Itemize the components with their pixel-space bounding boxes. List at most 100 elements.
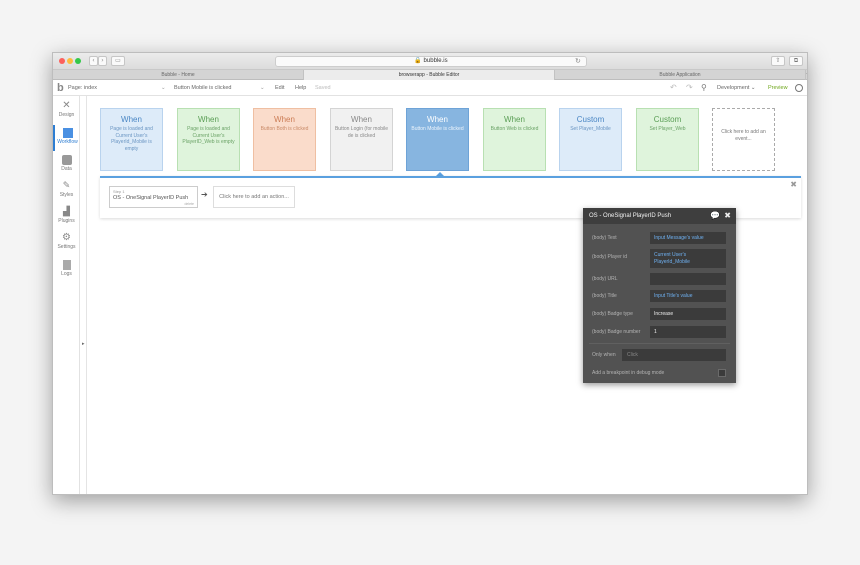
user-account-icon[interactable] [795, 84, 803, 92]
version-selector[interactable]: Development ⌄ [717, 80, 756, 96]
sidebar-toggle-icon[interactable]: ▭ [111, 56, 125, 66]
sidebar-item-design[interactable]: ✕ Design [53, 98, 80, 124]
page-selector[interactable]: Page: index [68, 80, 97, 96]
sidebar-item-data[interactable]: Data [53, 152, 80, 178]
plugins-icon: ▟ [63, 207, 70, 217]
event-keyword: Custom [576, 115, 605, 124]
property-dropdown[interactable]: Increase [650, 308, 726, 320]
redo-icon[interactable]: ↷ [686, 80, 693, 96]
divider [589, 343, 730, 344]
url-bar[interactable]: 🔒 bubble.is [275, 56, 587, 67]
forward-icon[interactable]: › [98, 56, 107, 66]
property-label: (body) Badge number [592, 329, 641, 335]
bubble-logo-icon[interactable]: b [57, 82, 64, 94]
sidebar-item-logs[interactable]: Logs [53, 257, 80, 283]
event-card[interactable]: When Button Web is clicked [483, 108, 546, 171]
sidebar-item-workflow[interactable]: Workflow [53, 125, 80, 151]
maximize-window-button[interactable] [75, 58, 81, 64]
properties-header: OS - OneSignal PlayerID Push 💬 ✖ [583, 208, 736, 224]
search-icon[interactable]: ⚲ [701, 80, 707, 96]
page-selector-caret-icon[interactable]: ⌄ [161, 80, 166, 96]
help-menu[interactable]: Help [295, 80, 306, 96]
breakpoint-label: Add a breakpoint in debug mode [592, 370, 665, 376]
sidebar-item-styles[interactable]: ✎ Styles [53, 178, 80, 204]
settings-icon: ⚙ [62, 232, 71, 243]
event-card[interactable]: When Button Login (for mobile de is clic… [330, 108, 393, 171]
minimize-window-button[interactable] [67, 58, 73, 64]
event-card[interactable]: Custom Set Player_Mobile [559, 108, 622, 171]
event-description: Page is loaded and Current User's Player… [182, 126, 235, 145]
event-card[interactable]: When Page is loaded and Current User's P… [100, 108, 163, 171]
only-when-label: Only when [592, 352, 616, 358]
browser-titlebar: ‹ › ▭ 🔒 bubble.is ↻ ⇧ ⧉ [53, 53, 807, 70]
preview-button[interactable]: Preview [768, 80, 788, 96]
add-event-button[interactable]: Click here to add an event... [712, 108, 775, 171]
tab-bubble-application[interactable]: Bubble Application [555, 70, 806, 80]
add-action-button[interactable]: Click here to add an action... [213, 186, 295, 208]
property-label: (body) Badge type [592, 311, 633, 317]
edit-menu[interactable]: Edit [275, 80, 284, 96]
tabs-overview-icon[interactable]: ⧉ [789, 56, 803, 66]
event-card[interactable]: Custom Set Player_Web [636, 108, 699, 171]
editor-toolbar: b Page: index ⌄ Button Mobile is clicked… [53, 80, 807, 96]
reload-icon[interactable]: ↻ [575, 56, 581, 67]
editor-sidebar: ✕ Design Workflow Data ✎ Styles ▟ Plugin… [53, 96, 80, 494]
close-window-button[interactable] [59, 58, 65, 64]
event-description: Set Player_Web [649, 126, 686, 132]
breakpoint-checkbox[interactable] [718, 369, 726, 377]
close-icon[interactable]: ✖ [790, 180, 797, 189]
step-number: Step 1 [113, 189, 125, 194]
action-properties-panel: OS - OneSignal PlayerID Push 💬 ✖ (body) … [583, 208, 736, 383]
action-step[interactable]: Step 1 OS - OneSignal PlayerID Push dele… [109, 186, 198, 208]
property-label: (body) URL [592, 276, 618, 282]
share-icon[interactable]: ⇧ [771, 56, 785, 66]
event-card[interactable]: When Page is loaded and Current User's P… [177, 108, 240, 171]
data-icon [61, 155, 72, 165]
comment-icon[interactable]: 💬 [710, 208, 720, 224]
event-card-selected[interactable]: When Button Mobile is clicked [406, 108, 469, 171]
event-keyword: When [198, 115, 219, 124]
property-input[interactable]: Current User's PlayerId_Mobile [650, 249, 726, 268]
browser-tabs: Bubble - Home browserapp - Bubble Editor… [53, 70, 807, 80]
event-description: Page is loaded and Current User's Player… [110, 126, 153, 152]
property-label: (body) Title [592, 293, 617, 299]
save-status: Saved [315, 85, 331, 91]
event-card[interactable]: When Button Both is clicked [253, 108, 316, 171]
sidebar-item-label: Plugins [58, 218, 75, 224]
property-label: (body) Player id [592, 254, 628, 260]
event-selector[interactable]: Button Mobile is clicked [174, 80, 231, 96]
event-selector-caret-icon[interactable]: ⌄ [260, 80, 265, 96]
design-icon: ✕ [62, 100, 71, 111]
only-when-input[interactable]: Click [622, 349, 726, 361]
property-label: (body) Text [592, 235, 617, 241]
event-description: Button Both is clicked [260, 126, 309, 132]
properties-title: OS - OneSignal PlayerID Push [589, 213, 672, 219]
sidebar-item-plugins[interactable]: ▟ Plugins [53, 204, 80, 230]
event-keyword: When [121, 115, 142, 124]
close-icon[interactable]: ✖ [724, 208, 731, 224]
logs-icon [62, 260, 71, 270]
sidebar-item-label: Data [61, 166, 72, 172]
event-description: Set Player_Mobile [570, 126, 611, 132]
property-input[interactable] [650, 273, 726, 285]
event-description: Button Mobile is clicked [411, 126, 464, 132]
property-input[interactable]: Input Message's value [650, 232, 726, 244]
styles-icon: ✎ [62, 181, 71, 191]
sidebar-item-label: Settings [57, 244, 76, 250]
new-tab-button[interactable]: + [806, 70, 807, 79]
event-keyword: When [504, 115, 525, 124]
expand-panel-icon[interactable]: ▸ [82, 341, 85, 347]
property-input[interactable]: Input Title's value [650, 290, 726, 302]
property-input[interactable]: 1 [650, 326, 726, 338]
event-keyword: When [274, 115, 295, 124]
step-name: OS - OneSignal PlayerID Push [113, 195, 189, 201]
tab-bubble-home[interactable]: Bubble - Home [53, 70, 304, 80]
sidebar-item-label: Workflow [57, 139, 78, 145]
sidebar-item-settings[interactable]: ⚙ Settings [53, 230, 80, 256]
event-keyword: Custom [653, 115, 682, 124]
back-icon[interactable]: ‹ [89, 56, 98, 66]
delete-step-link[interactable]: delete [184, 202, 194, 206]
tab-bubble-editor[interactable]: browserapp - Bubble Editor [304, 70, 555, 80]
undo-icon[interactable]: ↶ [670, 80, 677, 96]
sidebar-item-label: Styles [59, 192, 74, 198]
